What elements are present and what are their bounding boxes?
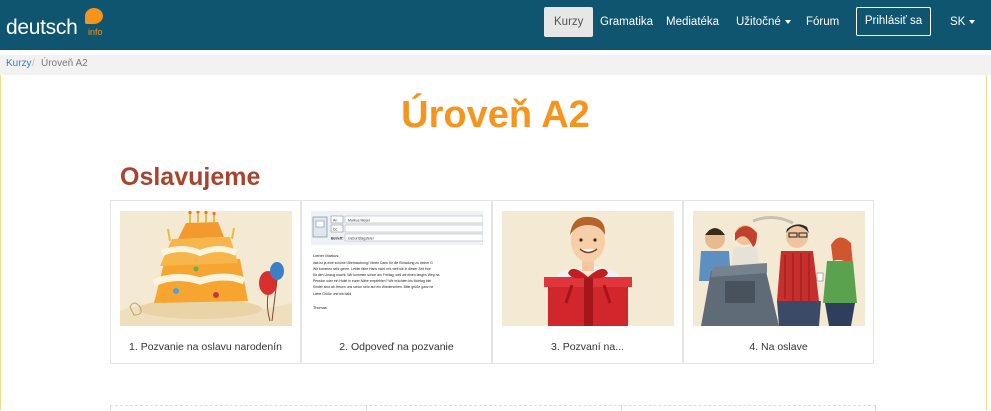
- language-label: SK: [950, 16, 966, 28]
- lesson-card-title: 3. Pozvaní na...: [551, 341, 624, 353]
- nav-label: Fórum: [806, 16, 840, 28]
- email-line: Liebe Grüße und bis bald: [313, 292, 351, 296]
- card-divider: [621, 406, 622, 411]
- nav-label: Gramatika: [600, 16, 654, 28]
- logo-text: deutsch: [6, 16, 78, 39]
- speech-bubble-icon: [85, 8, 103, 24]
- lesson-card-3[interactable]: 3. Pozvaní na...: [492, 200, 683, 364]
- party-guests-icon: [693, 211, 865, 326]
- top-navbar: deutsch info Kurzy Gramatika Mediatéka U…: [0, 0, 991, 50]
- card-divider: [110, 406, 111, 411]
- email-line: das ist ja eine schöne Überraschung! Vie…: [313, 261, 433, 265]
- email-signature: Thomas: [313, 306, 327, 310]
- page-title: Úroveň A2: [401, 94, 590, 136]
- email-line: für den Umzug macht. Wir kommen schon am…: [313, 273, 439, 277]
- lesson-cards: 1. Pozvanie na oslavu narodenín An Cc Be…: [110, 200, 876, 364]
- card-divider: [875, 406, 876, 411]
- email-line: Wir kommen sehr gerne. Leider fährt Hans…: [313, 267, 431, 271]
- breadcrumb-separator: /: [32, 58, 35, 69]
- nav-item-gramatika[interactable]: Gramatika: [600, 7, 653, 37]
- nav-item-forum[interactable]: Fórum: [806, 7, 839, 37]
- email-line: Pension oder ein Hotel in eurer Nähe emp…: [313, 279, 431, 283]
- nav-label: Kurzy: [554, 16, 584, 28]
- login-button[interactable]: Prihlásiť sa: [856, 7, 931, 36]
- email-greeting: Lieber Markus,: [313, 253, 339, 258]
- email-line: Kinder sind ich freuen uns schon sehr au…: [313, 285, 433, 289]
- breadcrumb-current: Úroveň A2: [41, 58, 88, 69]
- next-card-row: [110, 405, 876, 411]
- breadcrumb: Kurzy / Úroveň A2: [0, 55, 991, 75]
- nav-label: Mediatéka: [666, 16, 720, 28]
- breadcrumb-link-kurzy[interactable]: Kurzy: [6, 58, 32, 69]
- lesson-card-1[interactable]: 1. Pozvanie na oslavu narodenín: [110, 200, 301, 364]
- lesson-card-title: 4. Na oslave: [749, 341, 808, 353]
- nav-item-uzitocne[interactable]: Užitočné: [736, 7, 791, 37]
- nav-item-mediateka[interactable]: Mediatéka: [666, 7, 719, 37]
- email-cc-label: Cc: [333, 228, 338, 232]
- email-letter-icon: An Cc Betreff: Markus Meyer Geburtstagsf…: [311, 211, 483, 326]
- email-to-label: An: [333, 219, 337, 223]
- email-subject-label: Betreff:: [331, 237, 343, 241]
- lesson-card-4[interactable]: 4. Na oslave: [683, 200, 874, 364]
- birthday-cake-icon: [120, 211, 292, 326]
- lesson-card-2[interactable]: An Cc Betreff: Markus Meyer Geburtstagsf…: [301, 200, 492, 364]
- card-divider: [366, 406, 367, 411]
- language-dropdown[interactable]: SK: [950, 7, 976, 37]
- email-subject-value: Geburtstagsfeier: [348, 237, 375, 241]
- section-title: Oslavujeme: [120, 163, 261, 191]
- lesson-card-title: 1. Pozvanie na oslavu narodenín: [129, 341, 282, 353]
- email-to-value: Markus Meyer: [348, 219, 371, 223]
- gift-box-icon: [502, 211, 674, 326]
- lesson-card-title: 2. Odpoveď na pozvanie: [339, 341, 454, 353]
- logo-suffix: info: [88, 27, 103, 37]
- caret-down-icon: [784, 19, 791, 24]
- caret-down-icon: [969, 19, 976, 24]
- nav-item-kurzy[interactable]: Kurzy: [544, 7, 594, 37]
- nav-label: Užitočné: [736, 16, 781, 28]
